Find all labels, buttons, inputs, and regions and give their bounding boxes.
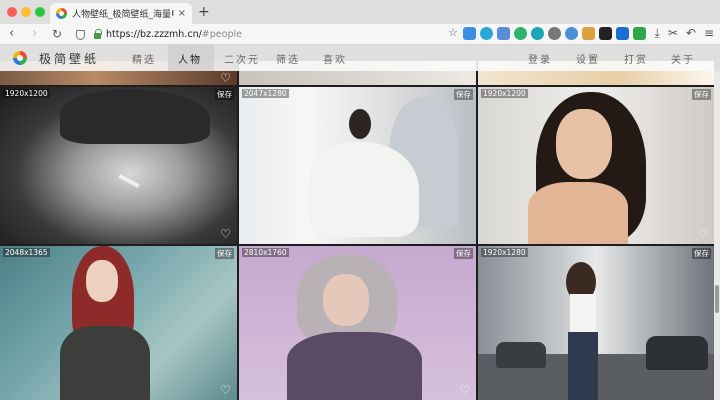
download-icon[interactable]: ⤓ <box>655 26 660 41</box>
favorite-heart-icon[interactable]: ♡ <box>697 71 708 85</box>
wallpaper-thumbnail[interactable]: 1920x1200 保存 ♡ <box>478 87 714 244</box>
face-shape <box>556 109 612 179</box>
wallpaper-grid: ♡ ♡ ♡ 1920x1200 保存 ♡ 2047x1280 保存 1920x1… <box>0 61 714 400</box>
tracking-shield-icon <box>76 29 85 40</box>
back-button[interactable]: ‹ <box>9 26 14 42</box>
nav-item-people[interactable]: 人物 <box>178 51 202 66</box>
nav-item-filter[interactable]: 筛选 <box>276 51 300 66</box>
site-favicon-icon <box>56 8 67 19</box>
wifi-extension-icon[interactable] <box>480 27 493 40</box>
browser-tab-bar: 人物壁纸_极简壁纸_海量电脑桌 × + <box>0 0 720 24</box>
site-name[interactable]: 极简壁纸 <box>39 50 99 67</box>
nav-item-donate[interactable]: 打赏 <box>624 51 648 66</box>
wallpaper-thumbnail[interactable]: 1920x1200 保存 ♡ <box>0 87 237 244</box>
white-top-shape <box>570 294 596 334</box>
save-button[interactable]: 保存 <box>215 248 234 259</box>
browser-tab[interactable]: 人物壁纸_极简壁纸_海量电脑桌 × <box>50 3 192 24</box>
undo-icon[interactable]: ↶ <box>686 26 696 41</box>
tab-close-icon[interactable]: × <box>178 8 186 19</box>
nav-item-settings[interactable]: 设置 <box>576 51 600 66</box>
resolution-label: 2048x1365 <box>3 248 50 257</box>
extension-icons <box>463 27 646 40</box>
extension-icon[interactable] <box>599 27 612 40</box>
shoulder-shape <box>528 182 628 244</box>
face-shape <box>86 260 118 302</box>
car-shape <box>646 336 708 370</box>
translate-extension-icon[interactable] <box>463 27 476 40</box>
favorite-heart-icon[interactable]: ♡ <box>697 227 708 241</box>
url-host: https://bz.zzzmh.cn/ <box>106 29 202 40</box>
scrollbar-thumb[interactable] <box>715 285 719 313</box>
favorite-heart-icon[interactable]: ♡ <box>220 71 231 85</box>
favorite-heart-icon[interactable]: ♡ <box>459 383 470 397</box>
favorite-heart-icon[interactable]: ♡ <box>220 383 231 397</box>
save-button[interactable]: 保存 <box>692 248 711 259</box>
close-window-button[interactable] <box>7 7 17 17</box>
wallpaper-thumbnail[interactable]: 2810x1760 保存 ♡ <box>239 246 476 400</box>
tab-title: 人物壁纸_极简壁纸_海量电脑桌 <box>72 10 174 20</box>
site-nav-bar: 极简壁纸 精选 人物 二次元 筛选 喜欢 登录 设置 打赏 关于 <box>0 45 720 71</box>
wallpaper-thumbnail[interactable]: 2047x1280 保存 <box>239 87 476 244</box>
favorite-heart-icon[interactable]: ♡ <box>459 71 470 85</box>
cigarette-shape <box>118 174 140 188</box>
url-path: #people <box>201 29 242 40</box>
floral-dress-shape <box>60 326 150 400</box>
resolution-label: 2810x1760 <box>242 248 289 257</box>
maximize-window-button[interactable] <box>35 7 45 17</box>
wallpaper-thumbnail[interactable]: 2048x1365 保存 ♡ <box>0 246 237 400</box>
nav-item-favorites[interactable]: 喜欢 <box>323 51 347 66</box>
cloud-extension-icon[interactable] <box>548 27 561 40</box>
new-tab-button[interactable]: + <box>198 4 210 20</box>
wallpaper-thumbnail[interactable]: 1920x1280 保存 <box>478 246 714 400</box>
bookmark-star-icon[interactable]: ☆ <box>448 26 458 39</box>
extension-icon[interactable] <box>565 27 578 40</box>
hair-shape <box>349 109 371 139</box>
car-shape <box>496 342 546 368</box>
browser-toolbar: ‹ › ↻ https://bz.zzzmh.cn/ #people ☆ ⤓ ✂… <box>0 24 720 45</box>
nav-item-featured[interactable]: 精选 <box>132 51 156 66</box>
face-shape <box>323 274 369 326</box>
evernote-extension-icon[interactable] <box>514 27 527 40</box>
browser-tool-icons: ⤓ ✂ ↶ ≡ <box>655 26 715 41</box>
screenshot-icon[interactable]: ✂ <box>668 26 678 41</box>
hat-shape <box>60 89 210 144</box>
menu-icon[interactable]: ≡ <box>704 26 714 41</box>
save-button[interactable]: 保存 <box>215 89 234 100</box>
extension-icon[interactable] <box>497 27 510 40</box>
resolution-label: 1920x1200 <box>481 89 528 98</box>
resolution-label: 1920x1280 <box>481 248 528 257</box>
nav-item-login[interactable]: 登录 <box>528 51 552 66</box>
nav-item-about[interactable]: 关于 <box>671 51 695 66</box>
save-button[interactable]: 保存 <box>454 248 473 259</box>
save-button[interactable]: 保存 <box>454 89 473 100</box>
page-scrollbar[interactable] <box>714 71 720 400</box>
site-logo-icon <box>13 51 27 65</box>
resolution-label: 2047x1280 <box>242 89 289 98</box>
extension-icon[interactable] <box>531 27 544 40</box>
forward-button[interactable]: › <box>32 26 37 42</box>
reload-button[interactable]: ↻ <box>52 26 62 42</box>
jeans-shape <box>568 332 598 400</box>
folder-extension-icon[interactable] <box>582 27 595 40</box>
nav-item-anime[interactable]: 二次元 <box>224 51 260 66</box>
lock-icon <box>94 29 102 39</box>
patterned-shirt-shape <box>287 332 422 400</box>
address-bar[interactable]: https://bz.zzzmh.cn/ #people ☆ <box>72 26 458 43</box>
save-button[interactable]: 保存 <box>692 89 711 100</box>
p-extension-icon[interactable] <box>616 27 629 40</box>
resolution-label: 1920x1200 <box>3 89 50 98</box>
shield-extension-icon[interactable] <box>633 27 646 40</box>
minimize-window-button[interactable] <box>21 7 31 17</box>
favorite-heart-icon[interactable]: ♡ <box>220 227 231 241</box>
white-dress-shape <box>309 142 419 237</box>
